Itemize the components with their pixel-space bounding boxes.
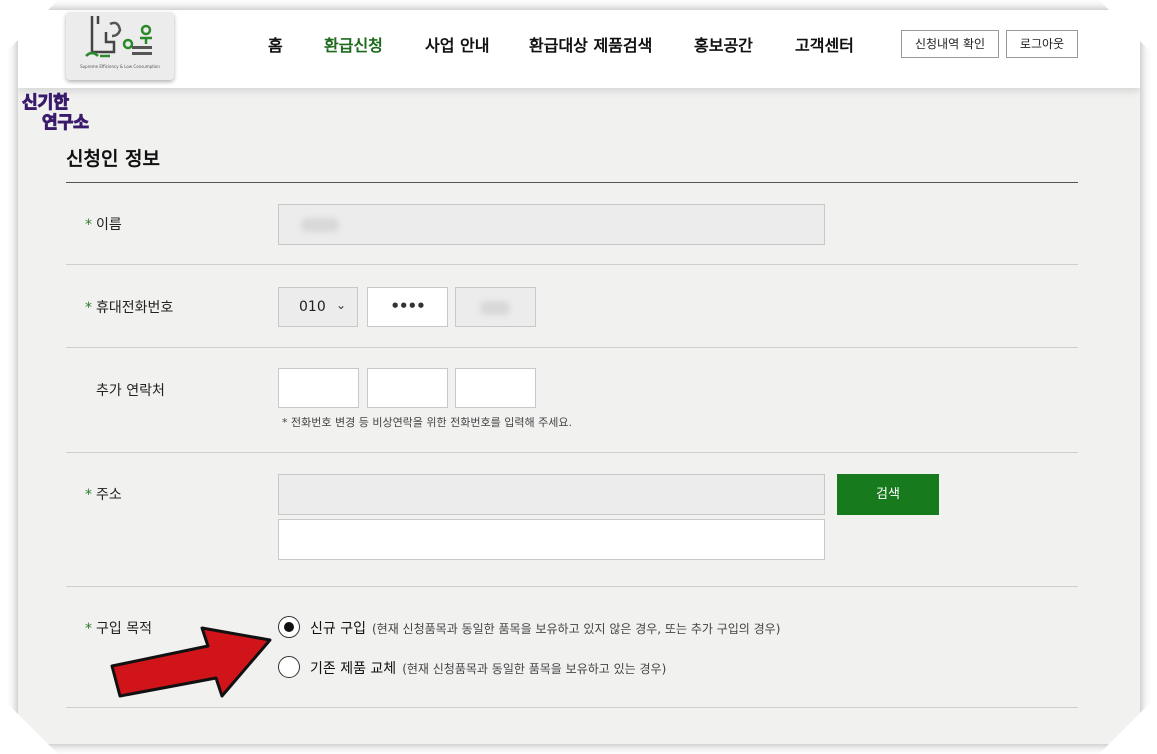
- name-input[interactable]: [278, 204, 825, 245]
- page-frame: Supreme Efficiency & Low Consumption 홈 환…: [18, 10, 1140, 744]
- extra-phone-1-input[interactable]: [278, 368, 359, 408]
- watermark-line2: 연구소: [42, 113, 89, 133]
- nav-customer-center[interactable]: 고객센터: [795, 32, 854, 56]
- chevron-down-icon: ⌄: [335, 298, 346, 312]
- extra-contact-hint: * 전화번호 변경 등 비상연락을 위한 전화번호를 입력해 주세요.: [282, 416, 572, 429]
- purpose-replace-label: 기존 제품 교체: [310, 661, 397, 677]
- corner-decoration-icon: [0, 0, 58, 58]
- required-star-icon: *: [85, 217, 92, 233]
- logout-button[interactable]: 로그아웃: [1006, 30, 1078, 58]
- corner-decoration-icon: [1099, 0, 1157, 58]
- page-title: 신청인 정보: [66, 148, 161, 170]
- address-input[interactable]: [278, 474, 825, 515]
- extra-contact-label: *추가 연락처: [96, 383, 165, 399]
- title-divider: [66, 182, 1078, 183]
- nav-home[interactable]: 홈: [268, 32, 283, 56]
- site-logo[interactable]: Supreme Efficiency & Low Consumption: [66, 12, 174, 80]
- phone-prefix-value: 010: [299, 299, 326, 315]
- address-search-button[interactable]: 검색: [837, 474, 939, 515]
- required-star-icon: *: [85, 300, 92, 316]
- phone-middle-input[interactable]: ••••: [367, 287, 448, 327]
- purpose-new-label: 신규 구입: [310, 621, 366, 637]
- logo-mark-icon: [85, 16, 152, 58]
- site-header: Supreme Efficiency & Low Consumption 홈 환…: [18, 10, 1140, 88]
- required-star-icon: *: [85, 487, 92, 503]
- purpose-replace-option[interactable]: 기존 제품 교체 (현재 신청품목과 동일한 품목을 보유하고 있는 경우): [310, 658, 666, 678]
- redacted-phone: [480, 301, 510, 315]
- nav-business-info[interactable]: 사업 안내: [425, 32, 489, 56]
- corner-decoration-icon: [0, 696, 58, 754]
- corner-decoration-icon: [1099, 696, 1157, 754]
- extra-phone-2-input[interactable]: [367, 368, 448, 408]
- red-arrow-annotation-icon: [110, 626, 272, 698]
- address-label: * 주소: [85, 487, 122, 503]
- phone-prefix-select[interactable]: 010 ⌄: [278, 287, 358, 327]
- logo-subtitle: Supreme Efficiency & Low Consumption: [80, 64, 160, 69]
- nav-product-search[interactable]: 환급대상 제품검색: [529, 32, 652, 56]
- purpose-replace-radio[interactable]: [278, 656, 300, 678]
- nav-refund-apply[interactable]: 환급신청: [324, 32, 383, 56]
- purpose-new-radio[interactable]: [278, 616, 300, 638]
- extra-phone-3-input[interactable]: [455, 368, 536, 408]
- purpose-replace-desc: (현재 신청품목과 동일한 품목을 보유하고 있는 경우): [402, 662, 667, 676]
- row-divider: [66, 452, 1078, 453]
- redacted-name: [301, 218, 339, 232]
- name-label: * 이름: [85, 217, 122, 233]
- purpose-new-desc: (현재 신청품목과 동일한 품목을 보유하고 있지 않은 경우, 또는 추가 구…: [371, 622, 781, 636]
- purpose-new-option[interactable]: 신규 구입 (현재 신청품목과 동일한 품목을 보유하고 있지 않은 경우, 또는…: [310, 618, 780, 638]
- check-application-button[interactable]: 신청내역 확인: [901, 30, 999, 58]
- mobile-label: * 휴대전화번호: [85, 300, 174, 316]
- phone-last-input[interactable]: [455, 287, 536, 327]
- required-star-icon: *: [85, 621, 92, 637]
- address-detail-input[interactable]: [278, 519, 825, 560]
- watermark-logo-icon: 신기한 연구소: [22, 93, 90, 134]
- nav-promotion[interactable]: 홍보공간: [694, 32, 753, 56]
- watermark-badge: 신기한 연구소: [18, 88, 118, 136]
- row-divider: [66, 347, 1078, 348]
- row-divider: [66, 264, 1078, 265]
- watermark-line1: 신기한: [22, 93, 69, 113]
- row-divider: [66, 586, 1078, 587]
